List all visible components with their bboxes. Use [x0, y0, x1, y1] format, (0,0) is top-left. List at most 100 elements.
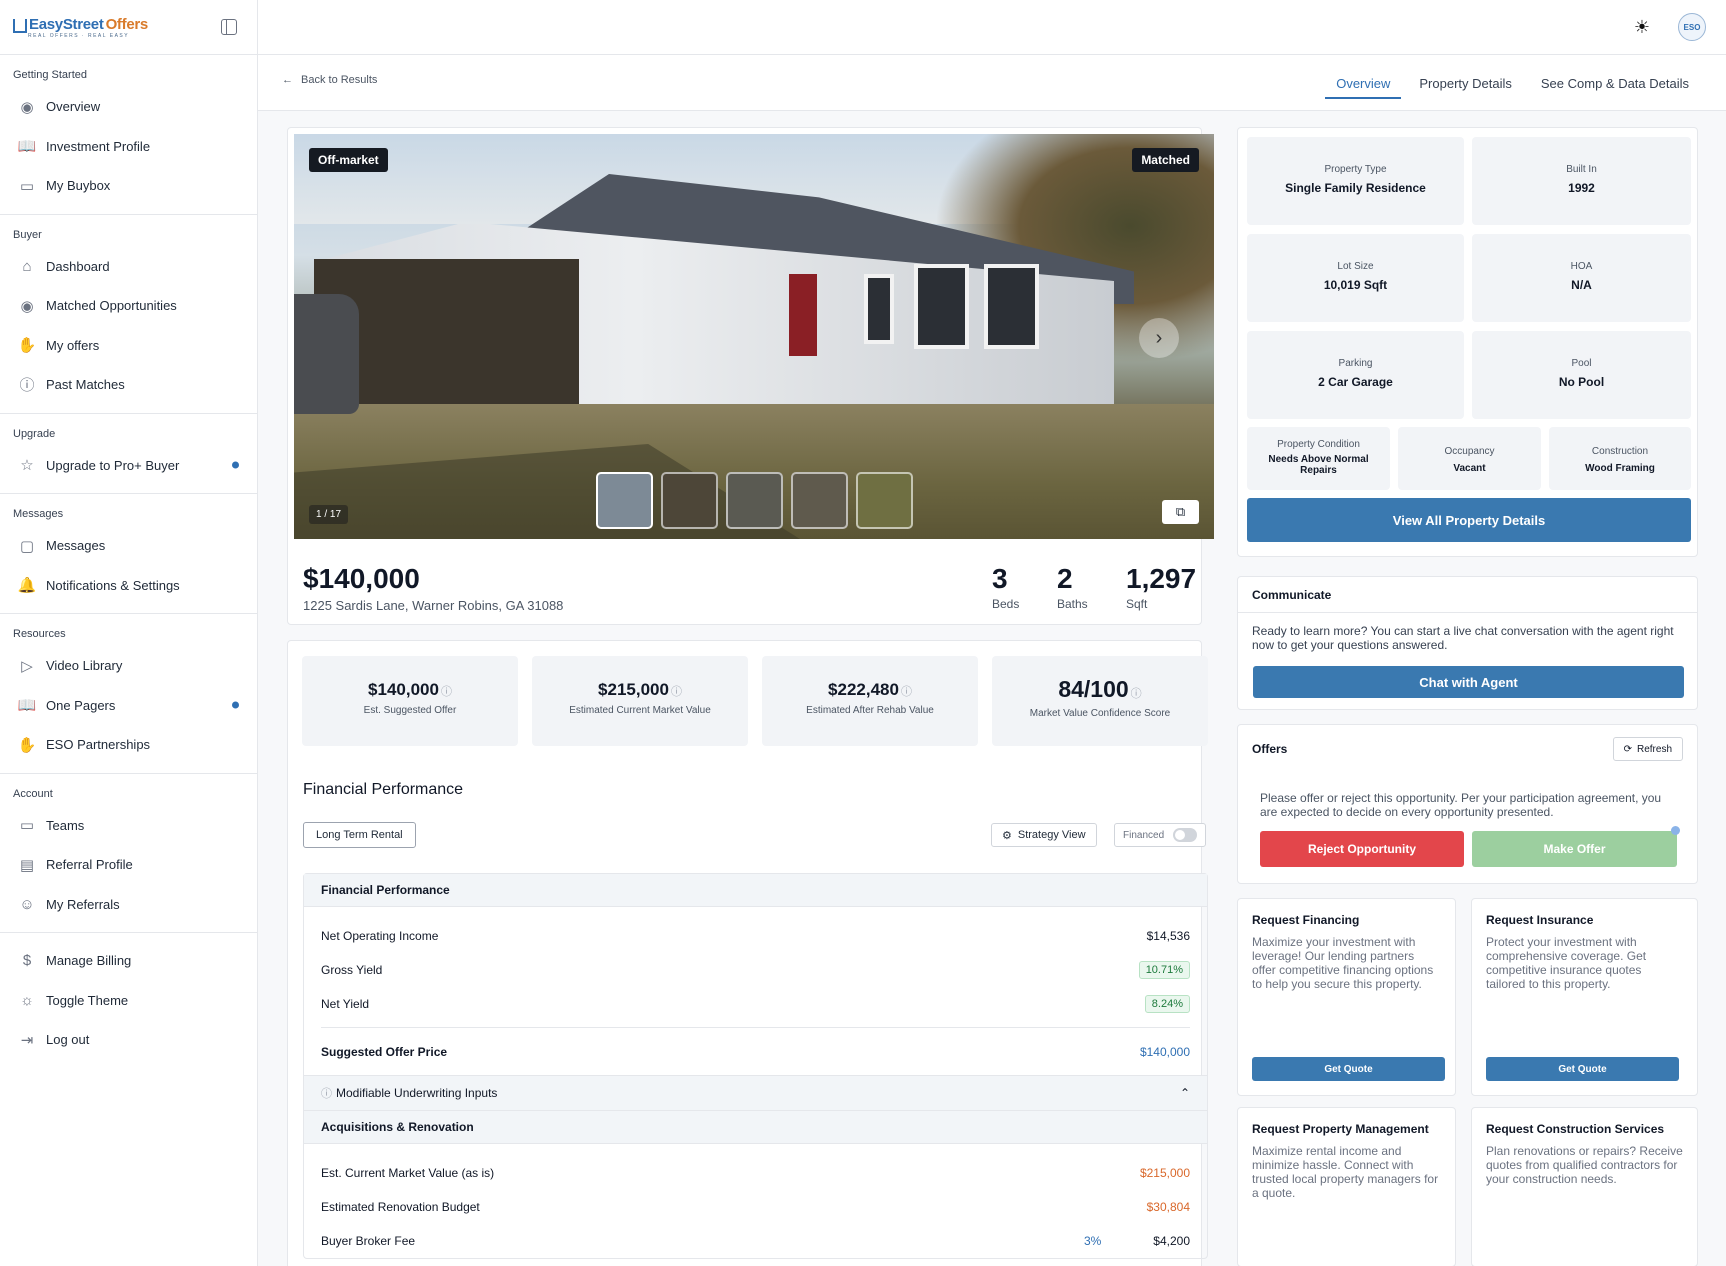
suggested-offer-value[interactable]: $140,000: [1140, 1045, 1190, 1059]
info-icon[interactable]: ⓘ: [901, 686, 912, 698]
info-icon[interactable]: ⓘ: [441, 686, 452, 698]
sidebar-item-investment-profile[interactable]: 📖 Investment Profile: [0, 127, 257, 167]
fact-label: Lot Size: [1337, 261, 1374, 272]
sidebar-item-my-buybox[interactable]: ▭ My Buybox: [0, 166, 257, 206]
offers-title: Offers: [1252, 742, 1288, 756]
communicate-card: Communicate Ready to learn more? You can…: [1237, 576, 1698, 710]
listing-price: $140,000: [303, 563, 420, 594]
sidebar-item-my-offers[interactable]: ✋ My offers: [0, 326, 257, 366]
tab-see-comp-data-details[interactable]: See Comp & Data Details: [1530, 55, 1700, 111]
sidebar-item-overview[interactable]: ◉ Overview: [0, 87, 257, 127]
modifiable-inputs-label: Modifiable Underwriting Inputs: [336, 1086, 498, 1100]
nav-section-title: Buyer: [13, 228, 42, 241]
sidebar-item-teams[interactable]: ▭ Teams: [0, 806, 257, 846]
sidebar-item-upgrade-to-pro-buyer[interactable]: ☆ Upgrade to Pro+ Buyer: [0, 446, 257, 486]
sidebar-item-log-out[interactable]: ⇥ Log out: [0, 1020, 257, 1060]
sidebar-item-matched-opportunities[interactable]: ◉ Matched Opportunities: [0, 286, 257, 326]
notification-dot: [1671, 826, 1680, 835]
suggested-offer-row: Suggested Offer Price $140,000: [321, 1027, 1190, 1075]
financed-toggle[interactable]: [1173, 828, 1197, 842]
photo-car: [294, 294, 359, 414]
communicate-title: Communicate: [1238, 577, 1697, 613]
refresh-button[interactable]: ⟳ Refresh: [1612, 737, 1683, 761]
strategy-view-button[interactable]: ⚙ Strategy View: [991, 823, 1097, 847]
sidebar-item-label: My offers: [46, 337, 100, 353]
sidebar-item-label: Messages: [46, 538, 106, 554]
sidebar-item-toggle-theme[interactable]: ☼ Toggle Theme: [0, 981, 257, 1021]
theme-sun-icon[interactable]: ☀: [1632, 17, 1652, 37]
sidebar-item-my-referrals[interactable]: ☺ My Referrals: [0, 885, 257, 925]
logo[interactable]: EasyStreet Offers REAL OFFERS · REAL EASY: [13, 16, 148, 39]
modifiable-inputs-toggle[interactable]: ⓘ Modifiable Underwriting Inputs ⌃: [304, 1075, 1207, 1111]
get-quote-button[interactable]: Get Quote: [1486, 1057, 1679, 1081]
refresh-icon: ⟳: [1623, 743, 1632, 755]
sidebar-item-one-pagers[interactable]: 📖 One Pagers: [0, 686, 257, 726]
info-icon[interactable]: ⓘ: [671, 686, 682, 698]
sidebar-collapse-icon[interactable]: [221, 19, 237, 35]
bell-icon: 🔔: [17, 577, 37, 595]
info-icon[interactable]: ⓘ: [1131, 688, 1142, 700]
strategy-select[interactable]: Long Term Rental: [303, 822, 416, 848]
metric-label: Market Value Confidence Score: [1029, 708, 1171, 719]
back-to-results-link[interactable]: ← Back to Results: [282, 74, 377, 86]
broker-fee-pct[interactable]: 3%: [1084, 1234, 1101, 1248]
offers-header: Offers ⟳ Refresh: [1238, 725, 1697, 773]
right-column: Property Type Single Family Residence Bu…: [1237, 111, 1726, 1266]
service-desc: Plan renovations or repairs? Receive quo…: [1486, 1144, 1683, 1186]
gallery-icon[interactable]: ⧉: [1162, 500, 1199, 524]
table-row: Buyer Broker Fee 3% $4,200: [304, 1224, 1207, 1258]
sidebar-item-manage-billing[interactable]: $ Manage Billing: [0, 941, 257, 981]
sidebar-item-eso-partnerships[interactable]: ✋ ESO Partnerships: [0, 725, 257, 765]
fact-label: Construction: [1591, 446, 1649, 457]
sidebar-item-label: Overview: [46, 99, 101, 115]
sidebar-item-dashboard[interactable]: ⌂ Dashboard: [0, 247, 257, 287]
photo-thumbnail[interactable]: [856, 472, 913, 529]
row-value: $4,200: [1153, 1234, 1190, 1248]
avatar[interactable]: ESO: [1678, 13, 1706, 41]
fact-occupancy: Occupancy Vacant: [1398, 427, 1541, 490]
sidebar-item-referral-profile[interactable]: ▤ Referral Profile: [0, 845, 257, 885]
photo-thumbnail[interactable]: [791, 472, 848, 529]
metric-suggested-offer: $140,000 ⓘ Est. Suggested Offer: [302, 656, 518, 746]
briefcase-icon: ▭: [19, 817, 35, 835]
chat-with-agent-button[interactable]: Chat with Agent: [1253, 666, 1684, 698]
photo-thumbnail[interactable]: [661, 472, 718, 529]
row-value[interactable]: $215,000: [1140, 1166, 1190, 1180]
logout-icon: ⇥: [20, 1031, 34, 1049]
sidebar-item-past-matches[interactable]: ⓘ Past Matches: [0, 365, 257, 405]
row-label: Net Operating Income: [321, 929, 439, 943]
view-all-property-details-button[interactable]: View All Property Details: [1247, 498, 1691, 542]
photo-thumbnail[interactable]: [726, 472, 783, 529]
info-icon: ⓘ: [321, 1088, 332, 1100]
metric-value: 84/100: [1058, 676, 1129, 702]
financed-toggle-group: Financed: [1114, 823, 1206, 847]
next-photo-chevron-right-icon[interactable]: ›: [1139, 318, 1179, 358]
book-icon: 📖: [17, 138, 37, 156]
tab-overview[interactable]: Overview: [1325, 55, 1402, 111]
fact-value: Single Family Residence: [1285, 181, 1426, 195]
acquisitions-title: Acquisitions & Renovation: [304, 1111, 1207, 1144]
row-label: Net Yield: [321, 997, 370, 1011]
make-offer-button[interactable]: Make Offer: [1472, 831, 1677, 867]
sidebar-item-notifications-settings[interactable]: 🔔 Notifications & Settings: [0, 566, 257, 606]
play-icon: ▷: [21, 657, 33, 675]
fact-label: HOA: [1570, 261, 1593, 272]
topbar: ☀ ESO: [258, 0, 1726, 55]
metric-label: Est. Suggested Offer: [363, 705, 457, 716]
row-label: Gross Yield: [321, 963, 383, 977]
get-quote-button[interactable]: Get Quote: [1252, 1057, 1445, 1081]
reject-opportunity-button[interactable]: Reject Opportunity: [1260, 831, 1464, 867]
row-label: Estimated Renovation Budget: [321, 1200, 480, 1214]
listing-address: 1225 Sardis Lane, Warner Robins, GA 3108…: [303, 598, 564, 613]
metric-value: $222,480: [828, 680, 899, 699]
property-photo[interactable]: Off-market Matched › 1 / 17 ⧉: [294, 134, 1214, 539]
metric-value-row: $215,000 ⓘ: [532, 680, 748, 700]
table-row: Net Yield 8.24%: [304, 987, 1207, 1021]
tab-property-details[interactable]: Property Details: [1408, 55, 1522, 111]
photo-thumbnail[interactable]: [596, 472, 653, 529]
sidebar-item-video-library[interactable]: ▷ Video Library: [0, 646, 257, 686]
sidebar-item-messages[interactable]: ▢ Messages: [0, 526, 257, 566]
row-value[interactable]: $30,804: [1147, 1200, 1190, 1214]
